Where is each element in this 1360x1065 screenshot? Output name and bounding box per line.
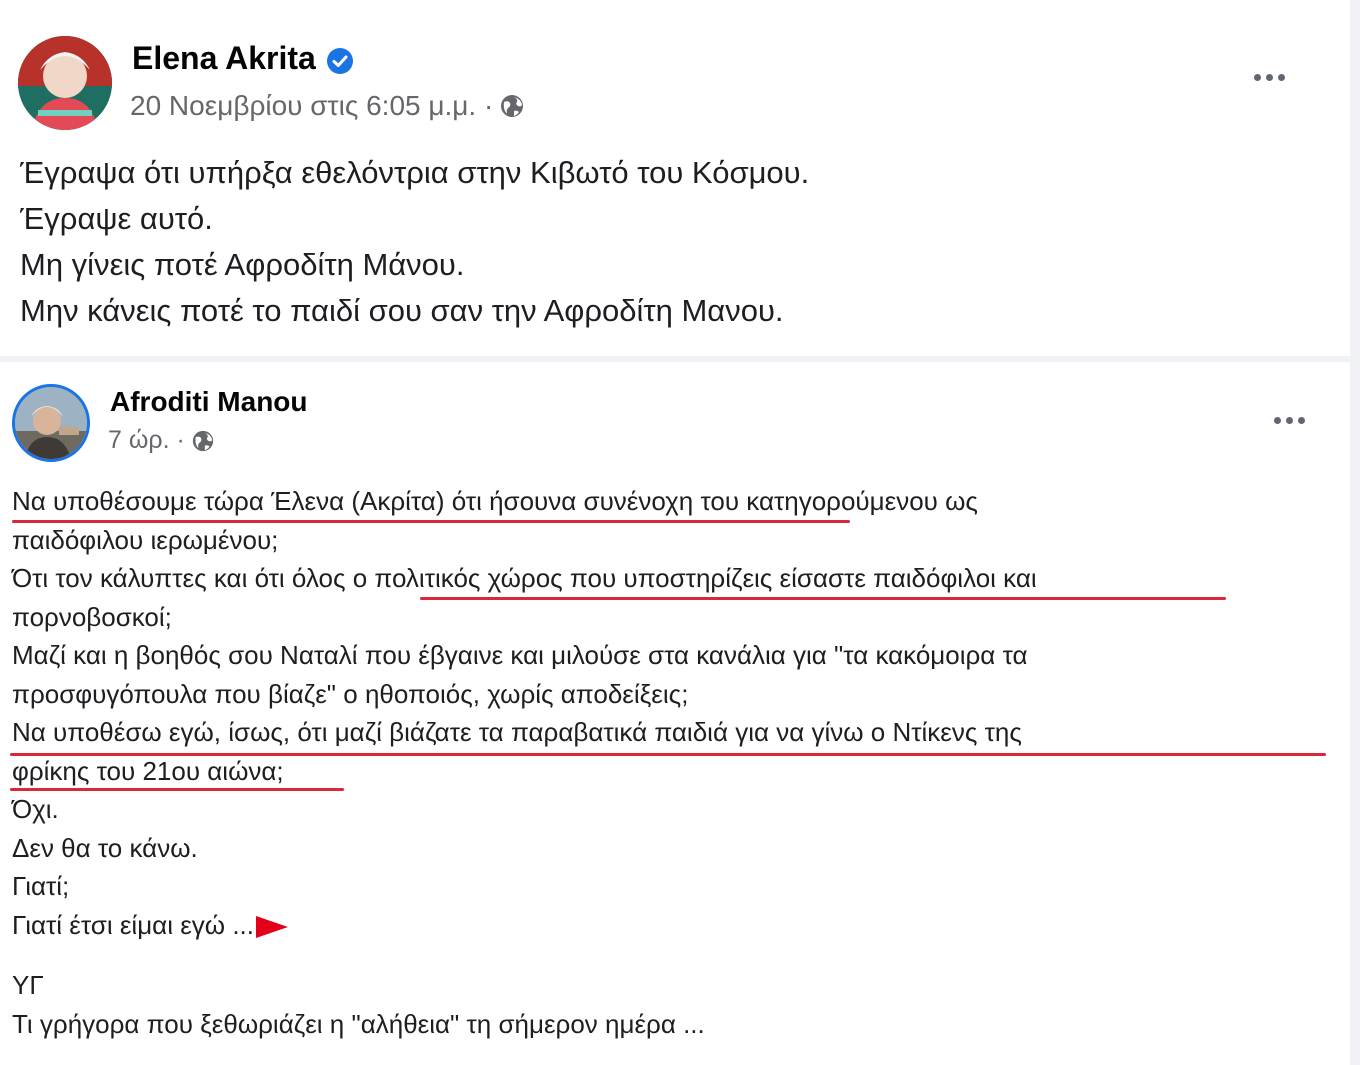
post-meta: 7 ώρ. · [108, 426, 215, 455]
timestamp[interactable]: 7 ώρ. · [108, 426, 185, 455]
post-line: προσφυγόπουλα που βίαζε" ο ηθοποιός, χωρ… [12, 678, 689, 709]
post-line: Όχι. [12, 794, 59, 824]
post-line: φρίκης του 21ου αιώνα; [12, 755, 284, 786]
post-meta: 20 Νοεμβρίου στις 6:05 μ.μ. · [130, 90, 525, 122]
post-line: Έγραψε αυτό. [20, 201, 213, 236]
post-elena: Elena Akrita 20 Νοεμβρίου στις 6:05 μ.μ.… [0, 0, 1350, 358]
avatar-photo [18, 36, 112, 130]
timestamp[interactable]: 20 Νοεμβρίου στις 6:05 μ.μ. · [130, 90, 493, 122]
post-line: πορνοβοσκοί; [12, 601, 172, 632]
post-line: Έγραψα ότι υπήρξα εθελόντρια στην Κιβωτό… [20, 155, 810, 190]
globe-icon [501, 95, 524, 117]
post-afroditi: Afroditi Manou 7 ώρ. · Να υποθέσουμε τώρ… [0, 362, 1350, 1065]
author-name[interactable]: Afroditi Manou [110, 386, 308, 418]
author-name-text[interactable]: Elena Akrita [132, 40, 316, 76]
post-line: Να υποθέσω εγώ, ίσως, ότι μαζί βιάζατε τ… [12, 717, 1022, 747]
red-arrow-icon [256, 915, 288, 938]
avatar[interactable] [12, 384, 90, 462]
post-body: Να υποθέσουμε τώρα Έλενα (Ακρίτα) ότι ήσ… [12, 482, 1332, 1043]
post-line: παιδόφιλου ιερωμένου; [12, 524, 279, 555]
post-line: Γιατί; [12, 871, 70, 901]
post-line-text: Γιατί έτσι είμαι εγώ ... [12, 909, 254, 940]
globe-icon [192, 430, 213, 451]
post-body: Έγραψα ότι υπήρξα εθελόντρια στην Κιβωτό… [20, 150, 809, 334]
post-line: Να υποθέσουμε τώρα Έλενα (Ακρίτα) ότι ήσ… [12, 486, 978, 516]
avatar[interactable] [18, 36, 112, 130]
post-line: Μαζί και η βοηθός σου Ναταλί που έβγαινε… [12, 640, 1028, 670]
more-options-icon[interactable] [1254, 74, 1285, 81]
more-options-icon[interactable] [1274, 417, 1305, 424]
page-edge [1350, 0, 1360, 1065]
author-name[interactable]: Elena Akrita [132, 40, 354, 77]
verified-badge-icon [326, 47, 353, 74]
post-line: Γιατί έτσι είμαι εγώ ... [12, 906, 1332, 945]
ps-label: ΥΓ [12, 970, 44, 1000]
post-line: Μην κάνεις ποτέ το παιδί σου σαν την Αφρ… [20, 293, 784, 328]
post-line: Δεν θα το κάνω. [12, 832, 198, 863]
ps-line: Τι γρήγορα που ξεθωριάζει η "αλήθεια" τη… [12, 1008, 705, 1039]
post-line: Ότι τον κάλυπτες και ότι όλος ο πολιτικό… [12, 563, 1037, 593]
avatar-photo [15, 387, 87, 459]
post-line: Μη γίνεις ποτέ Αφροδίτη Μάνου. [20, 247, 465, 282]
